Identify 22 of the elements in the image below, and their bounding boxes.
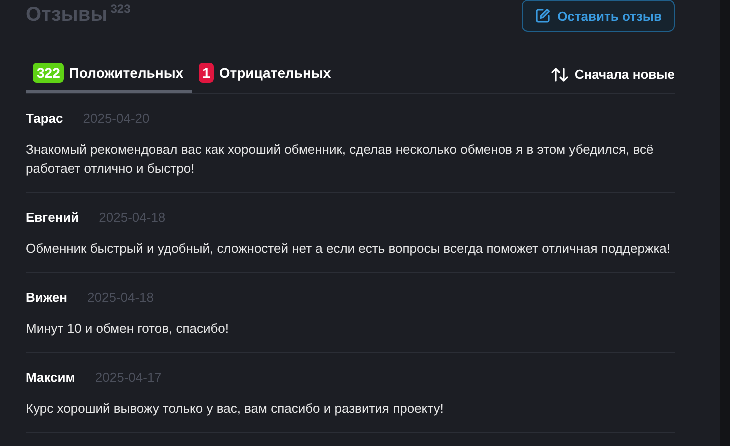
reviewer-name: Тарас: [26, 111, 64, 126]
review-date: 2025-04-18: [99, 210, 166, 225]
reviewer-name: Евгений: [26, 210, 80, 225]
count-badge: 322: [33, 63, 64, 83]
review-text: Знакомый рекомендовал вас как хороший обменник, сделав несколько обменов я в этом убедился, всё работает отлично и быстро!: [26, 141, 655, 178]
reviewer-name: Максим: [26, 370, 76, 385]
sort-icon: [550, 66, 569, 82]
review-text: Минут 10 и обмен готов, спасибо!: [26, 320, 230, 338]
review-count: 323: [110, 2, 131, 16]
edit-icon: [534, 8, 551, 24]
leave-review-button[interactable]: Оставить отзыв: [522, 0, 675, 32]
sort-button[interactable]: Сначала новые: [550, 66, 675, 82]
review-date: 2025-04-18: [88, 290, 154, 305]
review-text: Курс хороший вывожу только у вас, вам спасибо и развития проекту!: [26, 400, 445, 418]
review-text: Обменник быстрый и удобный, сложностей нет а если есть вопросы всегда поможет отличная поддержка!: [26, 240, 672, 258]
count-badge: 1: [198, 63, 214, 83]
filter-tab[interactable]: 1 Отрицательных: [192, 56, 340, 93]
review-date: 2025-04-17: [95, 370, 162, 385]
filter-tab[interactable]: 322 Положительных: [26, 56, 192, 93]
reviewer-name: Вижен: [26, 290, 68, 305]
review-date: 2025-04-20: [83, 111, 150, 126]
section-title: Отзывы$^{323}$: [26, 4, 131, 27]
